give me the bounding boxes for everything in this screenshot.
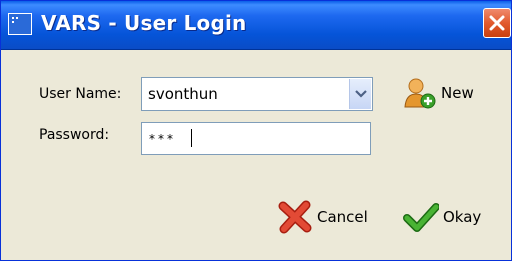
new-button-label: New — [441, 84, 474, 102]
login-dialog: VARS - User Login User Name: svonthun Pa… — [0, 0, 512, 261]
okay-button-label: Okay — [443, 208, 482, 226]
close-button[interactable] — [483, 8, 511, 38]
cancel-button-label: Cancel — [317, 208, 368, 226]
username-dropdown-button[interactable] — [349, 79, 371, 109]
username-combobox[interactable]: svonthun — [141, 77, 373, 111]
username-value[interactable]: svonthun — [148, 85, 218, 103]
username-label: User Name: — [39, 86, 122, 102]
password-mask: *** — [149, 132, 176, 146]
password-label: Password: — [39, 127, 110, 143]
password-field[interactable]: *** — [141, 122, 371, 155]
new-user-button[interactable]: New — [403, 73, 474, 113]
red-x-icon — [278, 200, 312, 234]
title-bar[interactable]: VARS - User Login — [1, 1, 511, 50]
add-user-icon — [404, 78, 436, 109]
cancel-button[interactable]: Cancel — [277, 197, 368, 237]
window-title: VARS - User Login — [41, 11, 247, 35]
close-icon — [489, 15, 505, 31]
green-check-icon — [403, 203, 439, 232]
app-window-icon — [8, 13, 32, 35]
okay-button[interactable]: Okay — [403, 197, 481, 237]
chevron-down-icon — [355, 90, 367, 98]
text-caret — [191, 129, 192, 147]
